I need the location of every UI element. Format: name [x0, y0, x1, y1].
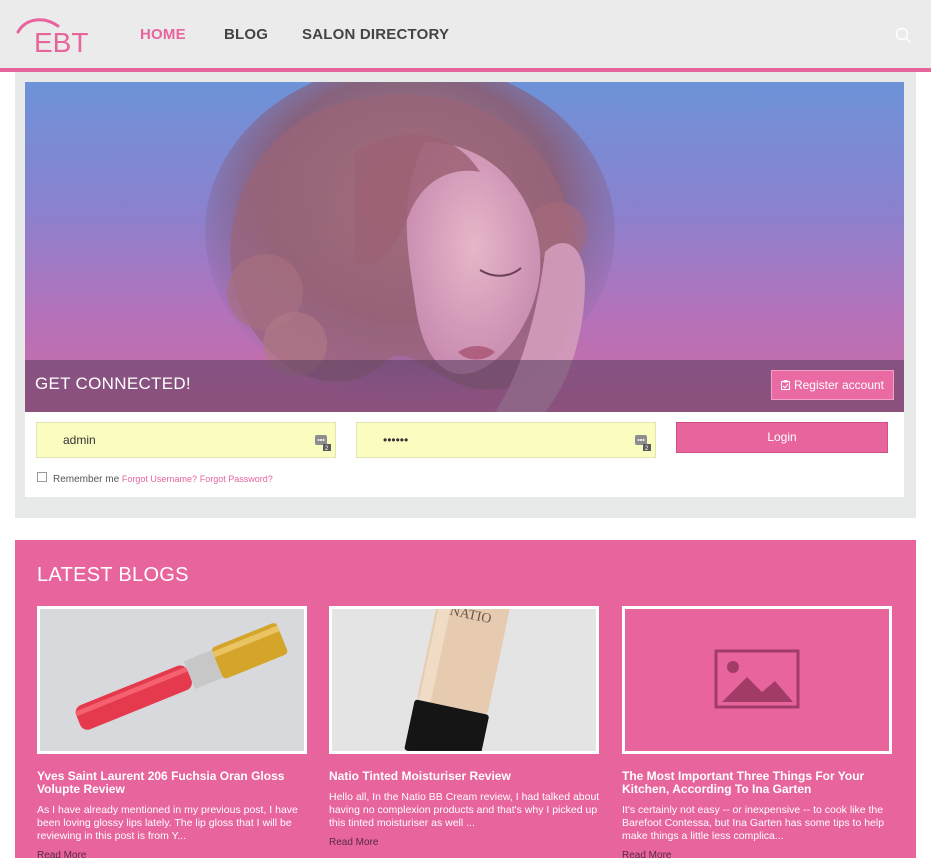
- nav-salon-directory[interactable]: SALON DIRECTORY: [302, 26, 449, 43]
- blog-card-read-more-1[interactable]: Read More: [37, 850, 86, 861]
- hero-banner: GET CONNECTED! Register account: [25, 82, 904, 412]
- remember-me-label: Remember me: [53, 474, 120, 485]
- blog-card-title-2[interactable]: Natio Tinted Moisturiser Review: [329, 770, 601, 783]
- blog-card-image-1[interactable]: [37, 606, 307, 754]
- blog-card-title-3[interactable]: The Most Important Three Things For Your…: [622, 770, 894, 796]
- login-button[interactable]: Login: [676, 422, 888, 453]
- register-account-button[interactable]: Register account: [771, 370, 894, 400]
- register-account-label: Register account: [793, 378, 885, 392]
- remember-me-checkbox[interactable]: [37, 472, 47, 482]
- remember-row: Remember me Forgot Username? Forgot Pass…: [37, 472, 273, 485]
- get-connected-bar: GET CONNECTED! Register account: [25, 360, 904, 412]
- blog-card-image-3[interactable]: [622, 606, 892, 754]
- nav-blog[interactable]: BLOG: [224, 26, 268, 43]
- blog-card-title-1[interactable]: Yves Saint Laurent 206 Fuchsia Oran Glos…: [37, 770, 309, 796]
- blog-card-image-2[interactable]: NATIO: [329, 606, 599, 754]
- password-input[interactable]: [357, 423, 655, 457]
- password-manager-icon[interactable]: 2: [315, 435, 331, 451]
- forgot-username-link[interactable]: Forgot Username?: [122, 474, 197, 484]
- logo-text: EBT: [34, 27, 88, 58]
- username-input[interactable]: [37, 423, 335, 457]
- moisturiser-photo: NATIO: [332, 609, 596, 751]
- lip-gloss-photo: [40, 609, 304, 751]
- site-header: EBT HOME BLOG SALON DIRECTORY: [0, 0, 931, 68]
- forgot-password-link[interactable]: Forgot Password?: [200, 474, 273, 484]
- latest-blogs-title: LATEST BLOGS: [37, 564, 189, 586]
- latest-blogs-section: LATEST BLOGS Yves Saint Laurent 206 Fuch…: [15, 540, 916, 861]
- search-icon[interactable]: [894, 26, 912, 44]
- ebt-logo[interactable]: EBT: [14, 12, 104, 58]
- image-placeholder-icon: [625, 609, 889, 751]
- username-field-wrapper: 2: [36, 422, 336, 458]
- nav-home[interactable]: HOME: [140, 26, 186, 43]
- clipboard-check-icon: [780, 380, 790, 390]
- blog-card-excerpt-3: It's certainly not easy -- or inexpensiv…: [622, 804, 885, 842]
- blog-card-excerpt-1: As I have already mentioned in my previo…: [37, 804, 298, 842]
- blog-card-read-more-3[interactable]: Read More: [622, 850, 671, 861]
- login-form: 2 2 Login Remember me Forgot Username? F…: [25, 412, 904, 497]
- blog-card-read-more-2[interactable]: Read More: [329, 837, 378, 848]
- get-connected-title: GET CONNECTED!: [35, 374, 191, 393]
- blog-card-excerpt-2: Hello all, In the Natio BB Cream review,…: [329, 791, 600, 829]
- password-manager-icon[interactable]: 2: [635, 435, 651, 451]
- password-field-wrapper: 2: [356, 422, 656, 458]
